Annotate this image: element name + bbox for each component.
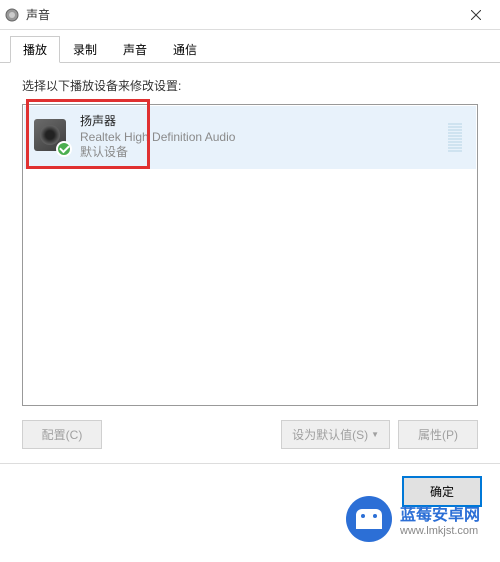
tab-sounds[interactable]: 声音	[110, 36, 160, 63]
level-meter	[448, 123, 462, 152]
tab-recording[interactable]: 录制	[60, 36, 110, 63]
device-info: 扬声器 Realtek High Definition Audio 默认设备	[80, 114, 448, 161]
device-list[interactable]: 扬声器 Realtek High Definition Audio 默认设备	[22, 104, 478, 406]
properties-button[interactable]: 属性(P)	[398, 420, 478, 449]
device-item-speaker[interactable]: 扬声器 Realtek High Definition Audio 默认设备	[24, 106, 476, 169]
speaker-icon	[34, 119, 70, 155]
instruction-text: 选择以下播放设备来修改设置:	[22, 77, 478, 94]
set-default-label: 设为默认值(S)	[292, 426, 368, 443]
device-description: Realtek High Definition Audio	[80, 130, 448, 146]
tab-communications[interactable]: 通信	[160, 36, 210, 63]
tab-playback[interactable]: 播放	[10, 36, 60, 63]
tab-content: 选择以下播放设备来修改设置: 扬声器 Realtek High Definiti…	[0, 63, 500, 459]
watermark: 蓝莓安卓网 www.lmkjst.com	[346, 496, 480, 542]
device-name: 扬声器	[80, 114, 448, 130]
set-default-button[interactable]: 设为默认值(S) ▼	[281, 420, 390, 449]
configure-button[interactable]: 配置(C)	[22, 420, 102, 449]
device-status: 默认设备	[80, 145, 448, 161]
watermark-logo-icon	[346, 496, 392, 542]
watermark-url: www.lmkjst.com	[400, 525, 480, 537]
sound-icon	[4, 7, 20, 23]
device-action-buttons: 配置(C) 设为默认值(S) ▼ 属性(P)	[22, 420, 478, 449]
watermark-title: 蓝莓安卓网	[400, 501, 480, 525]
titlebar: 声音	[0, 0, 500, 30]
chevron-down-icon: ▼	[371, 430, 379, 439]
window-title: 声音	[26, 6, 456, 23]
close-button[interactable]	[456, 1, 496, 29]
tab-bar: 播放 录制 声音 通信	[0, 30, 500, 63]
default-check-icon	[56, 141, 72, 157]
